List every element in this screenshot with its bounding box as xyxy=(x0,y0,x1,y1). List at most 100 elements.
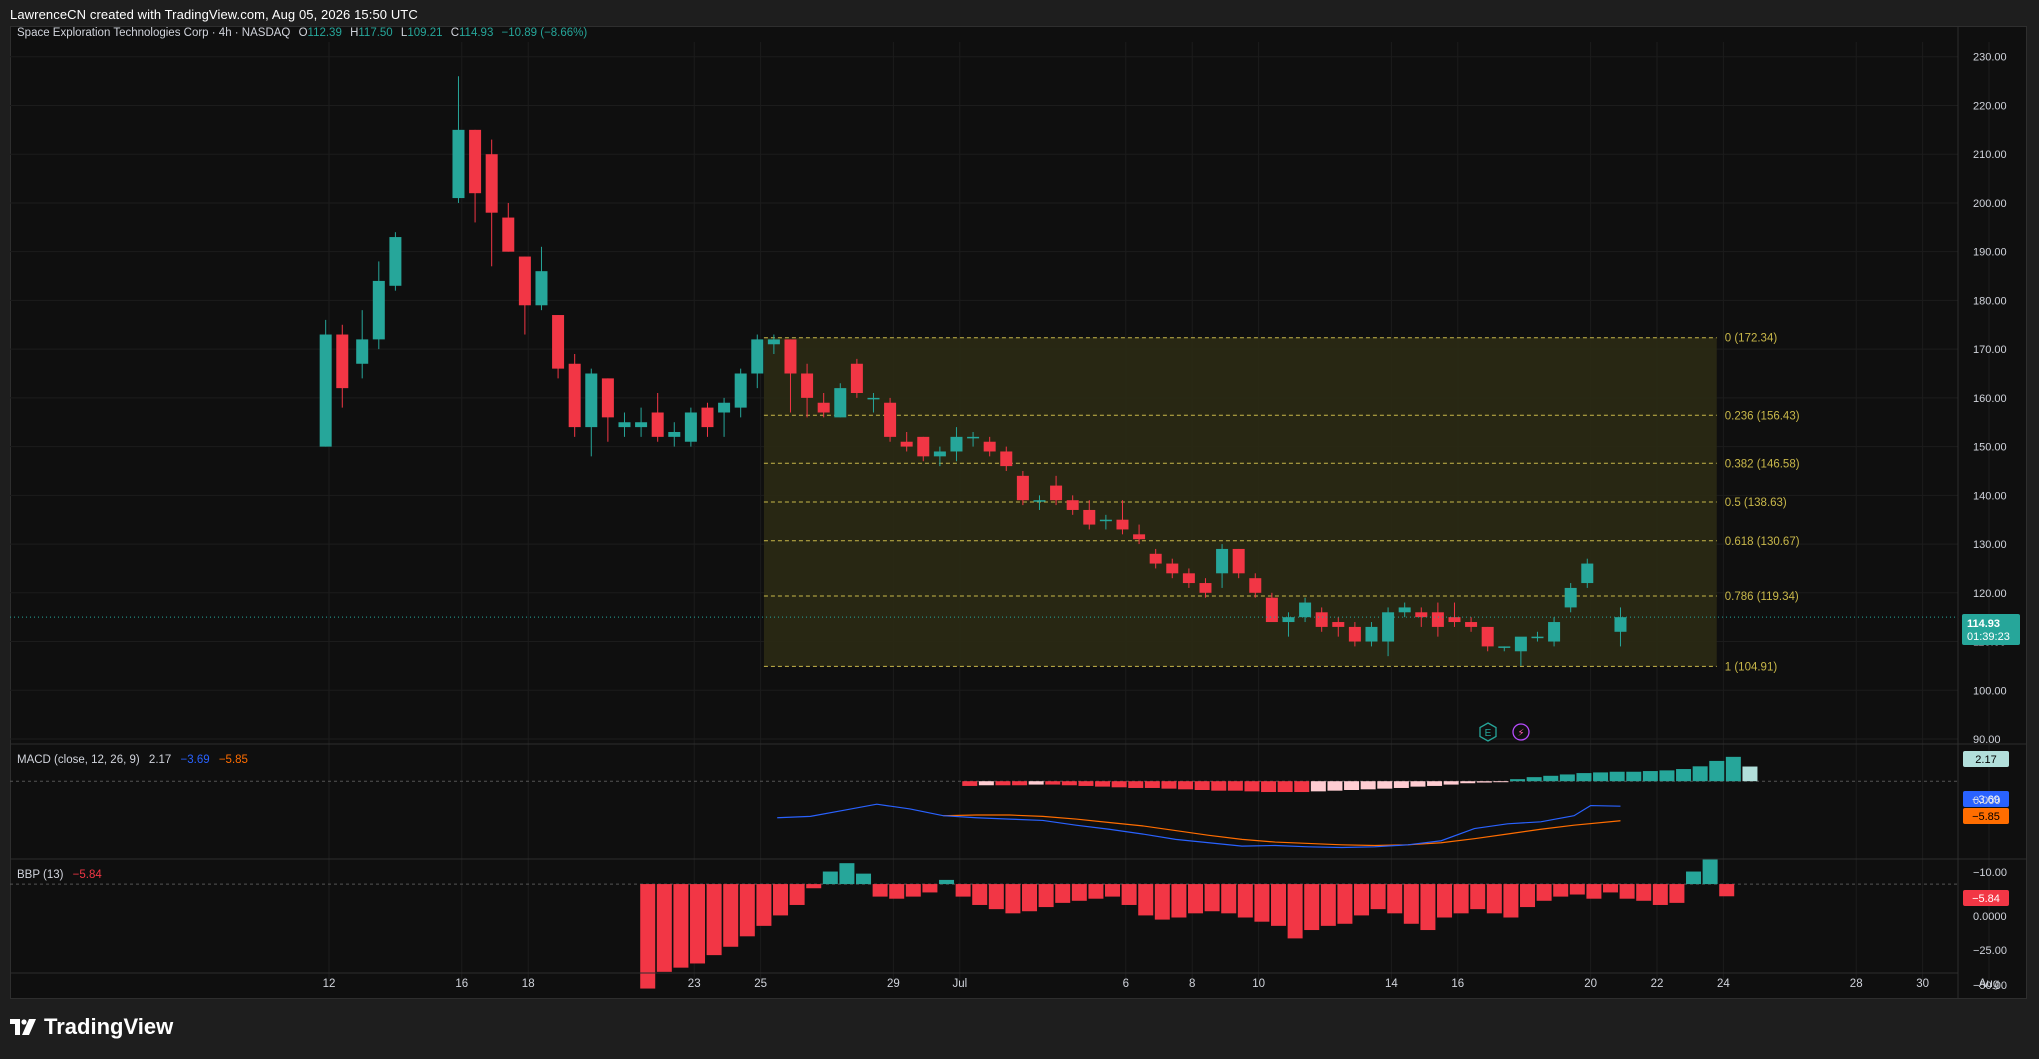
lightning-glyph: ⚡ xyxy=(1517,728,1524,739)
candle-body xyxy=(1481,626,1494,647)
close-value: 114.93 xyxy=(459,27,493,39)
bbp-bar xyxy=(1520,884,1536,908)
candle-body xyxy=(568,363,581,428)
candle-body xyxy=(801,373,814,398)
bbp-bar xyxy=(1254,884,1270,922)
candle-body xyxy=(850,363,863,393)
y-tick-label: 140.00 xyxy=(1973,490,2007,502)
candle-body xyxy=(784,339,797,374)
bbp-badge-value: −5.84 xyxy=(1972,893,2000,905)
candle xyxy=(734,368,747,418)
fib-level-label: 0.618 (130.67) xyxy=(1725,536,1800,548)
bbp-value: −5.84 xyxy=(73,869,103,881)
candle-body xyxy=(1348,626,1361,642)
candle-body xyxy=(668,431,681,437)
candle-body xyxy=(389,237,402,286)
macd-signal-value: −5.85 xyxy=(219,754,248,766)
candle xyxy=(684,407,697,447)
candle-body xyxy=(1581,563,1594,584)
bbp-bar xyxy=(773,884,789,916)
candle xyxy=(319,319,332,447)
candle-body xyxy=(701,407,714,428)
bbp-bar xyxy=(756,884,772,926)
bbp-bar xyxy=(1669,884,1685,903)
candle-body xyxy=(1249,578,1262,593)
candle-body xyxy=(452,129,465,199)
bbp-bar xyxy=(822,871,838,885)
bbp-bar xyxy=(889,884,905,899)
fib-level-label: 0.5 (138.63) xyxy=(1725,497,1787,509)
x-tick-label: 29 xyxy=(887,978,900,990)
macd-hist-bar xyxy=(1178,781,1194,790)
bbp-bar xyxy=(1088,884,1104,899)
x-tick-label: 24 xyxy=(1717,978,1730,990)
bbp-bar xyxy=(1038,884,1054,908)
candle-body xyxy=(1166,563,1179,574)
macd-hist-bar xyxy=(1277,781,1293,793)
candle xyxy=(651,393,664,442)
candle-body xyxy=(1448,617,1461,623)
bbp-bar xyxy=(1354,884,1370,916)
candle xyxy=(601,378,614,442)
candle-body xyxy=(1133,534,1146,540)
candle-body xyxy=(1050,485,1063,501)
candle-body xyxy=(1382,612,1395,642)
bbp-bar xyxy=(1553,884,1569,897)
high-value: 117.50 xyxy=(358,27,392,39)
split-marker[interactable]: ⚡ xyxy=(1512,723,1530,741)
bbp-bar xyxy=(673,884,689,968)
candle-body xyxy=(1465,622,1478,627)
x-tick-label: 28 xyxy=(1850,978,1863,990)
macd-hist-bar xyxy=(1095,781,1111,787)
candle-body xyxy=(1182,573,1195,584)
candle-body xyxy=(1299,602,1312,618)
candle-body xyxy=(917,436,930,457)
macd-hist-bar xyxy=(1510,779,1526,782)
candle-body xyxy=(1099,519,1112,522)
bbp-bar xyxy=(1271,884,1287,926)
macd-hist-bar xyxy=(1559,774,1575,782)
bbp-bar xyxy=(1237,884,1253,918)
macd-hist-bar xyxy=(1261,781,1277,793)
x-tick-label: Jul xyxy=(952,978,967,990)
fib-level-label: 0.236 (156.43) xyxy=(1725,410,1800,422)
earnings-marker[interactable]: E xyxy=(1479,722,1497,742)
macd-hist-bar xyxy=(1460,781,1476,784)
candle-body xyxy=(336,334,349,389)
candle xyxy=(701,402,714,437)
bbp-bar xyxy=(1022,884,1038,912)
candle-body xyxy=(767,339,780,345)
bbp-tick-2: −50.00 xyxy=(1973,980,2007,992)
open-label: O xyxy=(299,27,308,39)
candle-body xyxy=(601,378,614,418)
fibonacci-retracement[interactable]: 0 (172.34) 0.236 (156.43) 0.382 (146.58) 0.… xyxy=(763,333,1800,674)
candle-body xyxy=(502,217,515,252)
candle xyxy=(850,358,863,398)
macd-hist-bar xyxy=(1576,773,1592,782)
x-tick-label: 18 xyxy=(522,978,535,990)
macd-line xyxy=(777,803,1621,849)
bbp-bar xyxy=(690,884,706,964)
bbp-bar xyxy=(1619,884,1635,899)
bbp-bar xyxy=(1287,884,1303,939)
candle-body xyxy=(1531,636,1544,639)
y-tick-label: 170.00 xyxy=(1973,344,2007,356)
macd-hist-bar xyxy=(1327,781,1343,791)
candle-body xyxy=(1415,612,1428,618)
candle-body xyxy=(1548,622,1561,642)
bbp-tick-1: −25.00 xyxy=(1973,945,2007,957)
tradingview-logo[interactable]: TradingView xyxy=(10,1014,173,1040)
y-tick-label: 180.00 xyxy=(1973,295,2007,307)
macd-hist-bar xyxy=(1593,772,1609,782)
candle xyxy=(568,354,581,437)
bbp-bar xyxy=(1304,884,1320,931)
macd-hist-bar xyxy=(1227,781,1243,791)
macd-hist-bar xyxy=(1626,771,1642,782)
bbp-bar xyxy=(1569,884,1585,895)
earnings-letter: E xyxy=(1485,728,1492,739)
macd-hist-bar xyxy=(978,781,994,786)
candle xyxy=(518,256,531,335)
candle-body xyxy=(1016,475,1029,501)
price-chart[interactable]: 0 (172.34) 0.236 (156.43) 0.382 (146.58) 0.… xyxy=(10,26,2027,999)
candle-body xyxy=(1149,553,1162,564)
